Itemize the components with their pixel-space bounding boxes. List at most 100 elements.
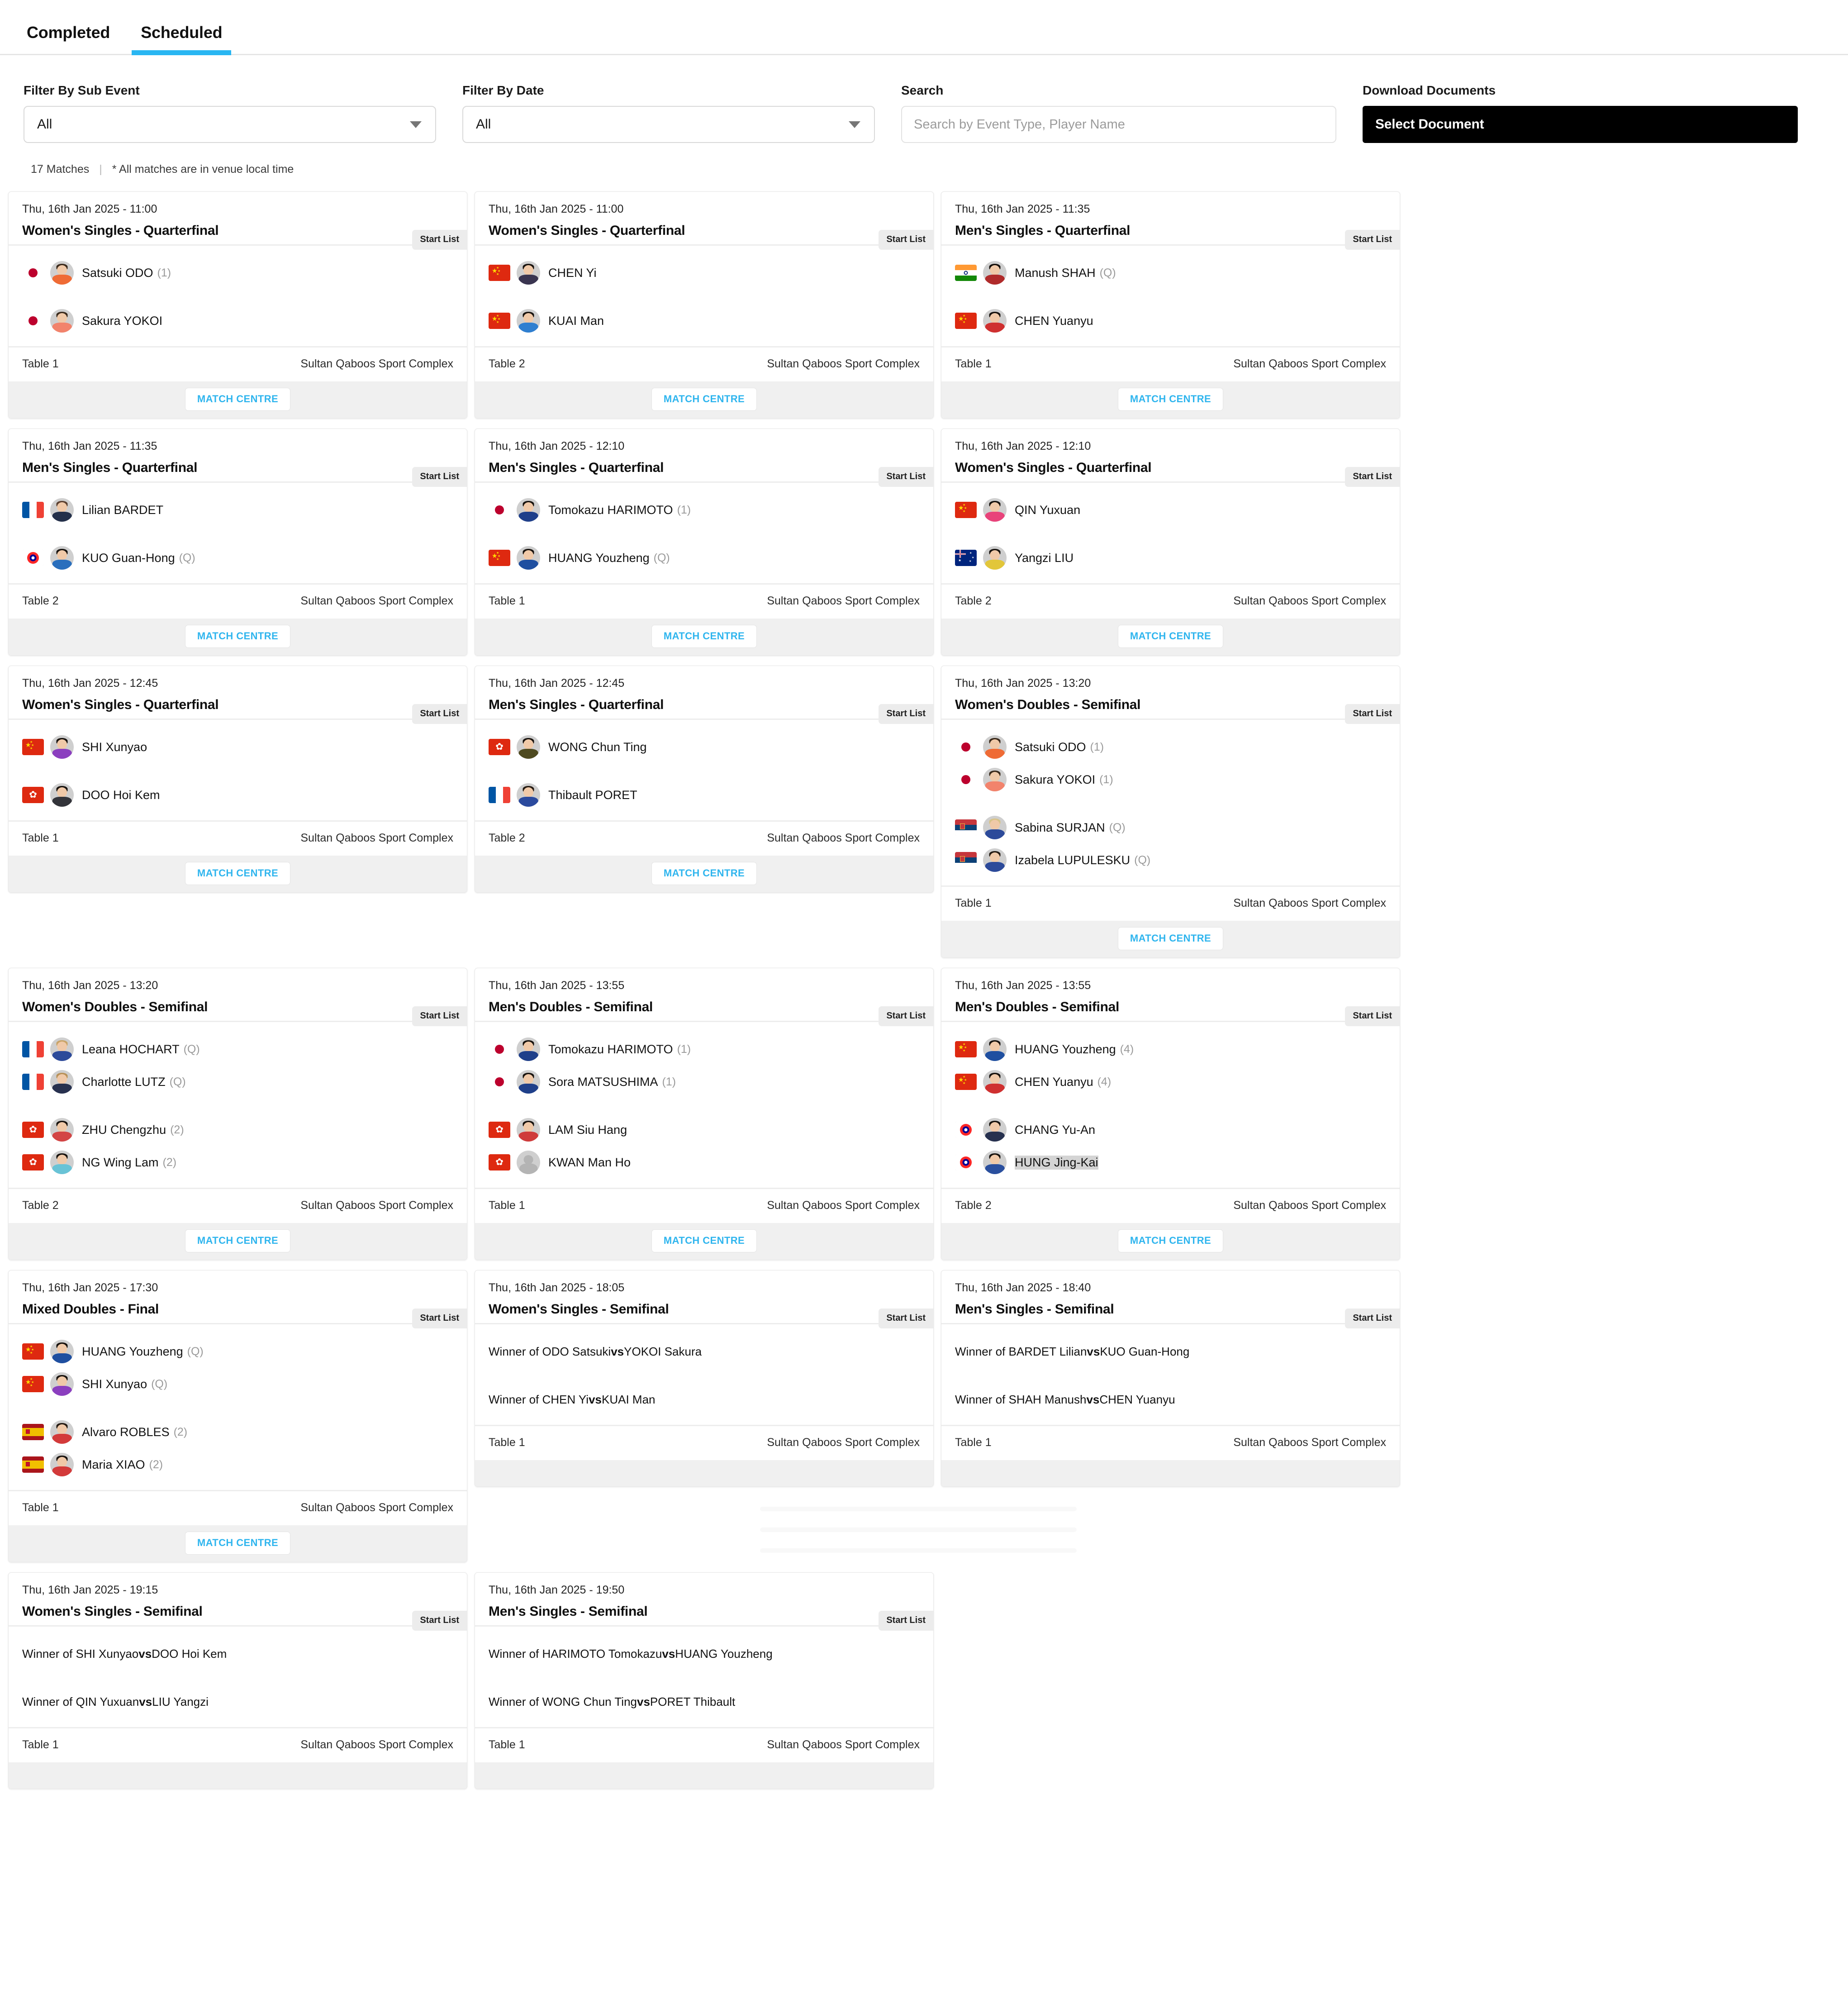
player-name[interactable]: Satsuki ODO — [1015, 740, 1086, 754]
team: Tomokazu HARIMOTO (1) Sora MATSUSHIMA (1) — [489, 1033, 920, 1098]
match-centre-button[interactable]: MATCH CENTRE — [651, 388, 757, 411]
player-name[interactable]: KUO Guan-Hong — [82, 551, 175, 565]
match-card[interactable]: Thu, 16th Jan 2025 - 13:55 Men's Doubles … — [475, 968, 934, 1260]
match-card[interactable]: Thu, 16th Jan 2025 - 11:35 Men's Singles … — [8, 428, 467, 656]
player-name[interactable]: HUNG Jing-Kai — [1015, 1155, 1098, 1170]
match-centre-button[interactable]: MATCH CENTRE — [1117, 388, 1224, 411]
match-cell: Thu, 16th Jan 2025 - 17:30 Mixed Doubles … — [5, 1270, 471, 1572]
player-name[interactable]: Lilian BARDET — [82, 503, 163, 517]
flag-icon — [489, 787, 510, 803]
match-centre-button[interactable]: MATCH CENTRE — [651, 1229, 757, 1252]
player-name[interactable]: QIN Yuxuan — [1015, 503, 1080, 517]
start-list-button[interactable]: Start List — [879, 1309, 933, 1328]
player-name[interactable]: LAM Siu Hang — [548, 1123, 627, 1137]
match-centre-button[interactable]: MATCH CENTRE — [651, 625, 757, 648]
player-name[interactable]: Manush SHAH — [1015, 266, 1096, 280]
player-name[interactable]: Tomokazu HARIMOTO — [548, 1042, 673, 1056]
filter-search: Search — [901, 83, 1363, 143]
match-card[interactable]: Thu, 16th Jan 2025 - 19:50 Men's Singles … — [475, 1572, 934, 1789]
match-centre-button[interactable]: MATCH CENTRE — [1117, 625, 1224, 648]
match-card[interactable]: Thu, 16th Jan 2025 - 11:35 Men's Singles … — [941, 191, 1400, 419]
start-list-button[interactable]: Start List — [412, 704, 467, 724]
match-centre-button[interactable]: MATCH CENTRE — [1117, 1229, 1224, 1252]
date-select[interactable]: All — [462, 106, 875, 143]
start-list-button[interactable]: Start List — [412, 1309, 467, 1328]
start-list-button[interactable]: Start List — [879, 467, 933, 487]
match-centre-button[interactable]: MATCH CENTRE — [185, 1532, 291, 1555]
player-name[interactable]: HUANG Youzheng — [1015, 1042, 1116, 1056]
player-row: ★ ★ ★ ★ SHI Xunyao — [22, 731, 453, 763]
player-name[interactable]: CHANG Yu-An — [1015, 1123, 1095, 1137]
player-name[interactable]: Sakura YOKOI — [82, 314, 162, 328]
start-list-button[interactable]: Start List — [412, 1611, 467, 1631]
avatar — [517, 1070, 540, 1094]
player-name[interactable]: Izabela LUPULESKU — [1015, 853, 1130, 867]
player-name[interactable]: DOO Hoi Kem — [82, 788, 160, 802]
sub-event-select[interactable]: All — [24, 106, 436, 143]
match-centre-button[interactable]: MATCH CENTRE — [185, 625, 291, 648]
match-centre-button[interactable]: MATCH CENTRE — [185, 1229, 291, 1252]
match-card[interactable]: Thu, 16th Jan 2025 - 11:00 Women's Single… — [475, 191, 934, 419]
player-name[interactable]: Sabina SURJAN — [1015, 821, 1105, 835]
player-name[interactable]: Leana HOCHART — [82, 1042, 180, 1056]
player-name[interactable]: CHEN Yuanyu — [1015, 314, 1093, 328]
player-name[interactable]: NG Wing Lam — [82, 1156, 159, 1170]
start-list-button[interactable]: Start List — [412, 230, 467, 250]
start-list-button[interactable]: Start List — [879, 1611, 933, 1631]
match-card[interactable]: Thu, 16th Jan 2025 - 18:05 Women's Single… — [475, 1270, 934, 1487]
player-name[interactable]: CHEN Yuanyu — [1015, 1075, 1093, 1089]
match-card[interactable]: Thu, 16th Jan 2025 - 17:30 Mixed Doubles … — [8, 1270, 467, 1562]
start-list-button[interactable]: Start List — [1345, 467, 1400, 487]
start-list-button[interactable]: Start List — [1345, 1006, 1400, 1026]
start-list-button[interactable]: Start List — [1345, 704, 1400, 724]
start-list-button[interactable]: Start List — [879, 704, 933, 724]
match-card[interactable]: Thu, 16th Jan 2025 - 13:20 Women's Double… — [8, 968, 467, 1260]
match-centre-button[interactable]: MATCH CENTRE — [185, 388, 291, 411]
player-name[interactable]: Yangzi LIU — [1015, 551, 1074, 565]
start-list-button[interactable]: Start List — [879, 1006, 933, 1026]
match-card[interactable]: Thu, 16th Jan 2025 - 12:10 Men's Singles … — [475, 428, 934, 656]
player-name[interactable]: Sora MATSUSHIMA — [548, 1075, 658, 1089]
player-name[interactable]: Sakura YOKOI — [1015, 773, 1095, 787]
start-list-button[interactable]: Start List — [1345, 230, 1400, 250]
player-name[interactable]: Charlotte LUTZ — [82, 1075, 166, 1089]
tab-scheduled[interactable]: Scheduled — [125, 23, 238, 55]
match-card[interactable]: Thu, 16th Jan 2025 - 11:00 Women's Single… — [8, 191, 467, 419]
match-card[interactable]: Thu, 16th Jan 2025 - 19:15 Women's Single… — [8, 1572, 467, 1789]
tab-completed[interactable]: Completed — [11, 23, 125, 54]
player-name[interactable]: SHI Xunyao — [82, 1377, 147, 1391]
player-name[interactable]: Alvaro ROBLES — [82, 1425, 170, 1439]
player-name[interactable]: KWAN Man Ho — [548, 1156, 631, 1170]
player-name[interactable]: WONG Chun Ting — [548, 740, 647, 754]
player-name[interactable]: CHEN Yi — [548, 266, 597, 280]
match-title: Men's Doubles - Semifinal — [955, 999, 1120, 1014]
card-footer: Table 2 Sultan Qaboos Sport Complex — [9, 1188, 467, 1223]
flag-icon — [955, 771, 977, 788]
start-list-button[interactable]: Start List — [1345, 1309, 1400, 1328]
player-name[interactable]: ZHU Chengzhu — [82, 1123, 166, 1137]
player-name[interactable]: KUAI Man — [548, 314, 604, 328]
match-card[interactable]: Thu, 16th Jan 2025 - 12:10 Women's Single… — [941, 428, 1400, 656]
match-card[interactable]: Thu, 16th Jan 2025 - 13:20 Women's Double… — [941, 666, 1400, 958]
player-name[interactable]: Tomokazu HARIMOTO — [548, 503, 673, 517]
match-centre-button[interactable]: MATCH CENTRE — [651, 862, 757, 885]
player-name[interactable]: Thibault PORET — [548, 788, 637, 802]
match-card[interactable]: Thu, 16th Jan 2025 - 12:45 Men's Singles … — [475, 666, 934, 893]
match-centre-button[interactable]: MATCH CENTRE — [1117, 927, 1224, 950]
player-name[interactable]: Satsuki ODO — [82, 266, 153, 280]
match-card[interactable]: Thu, 16th Jan 2025 - 18:40 Men's Singles … — [941, 1270, 1400, 1487]
start-list-button[interactable]: Start List — [412, 1006, 467, 1026]
player-name[interactable]: HUANG Youzheng — [548, 551, 650, 565]
start-list-button[interactable]: Start List — [412, 467, 467, 487]
player-name[interactable]: HUANG Youzheng — [82, 1345, 183, 1359]
search-input[interactable] — [901, 106, 1336, 143]
match-card[interactable]: Thu, 16th Jan 2025 - 12:45 Women's Single… — [8, 666, 467, 893]
player-name[interactable]: Maria XIAO — [82, 1458, 145, 1472]
start-list-button[interactable]: Start List — [879, 230, 933, 250]
match-centre-button[interactable]: MATCH CENTRE — [185, 862, 291, 885]
tbd-prefix: Winner of QIN Yuxuan — [22, 1694, 139, 1708]
match-card[interactable]: Thu, 16th Jan 2025 - 13:55 Men's Doubles … — [941, 968, 1400, 1260]
team: Tomokazu HARIMOTO (1) — [489, 494, 920, 526]
select-document-button[interactable]: Select Document — [1363, 106, 1798, 143]
player-name[interactable]: SHI Xunyao — [82, 740, 147, 754]
